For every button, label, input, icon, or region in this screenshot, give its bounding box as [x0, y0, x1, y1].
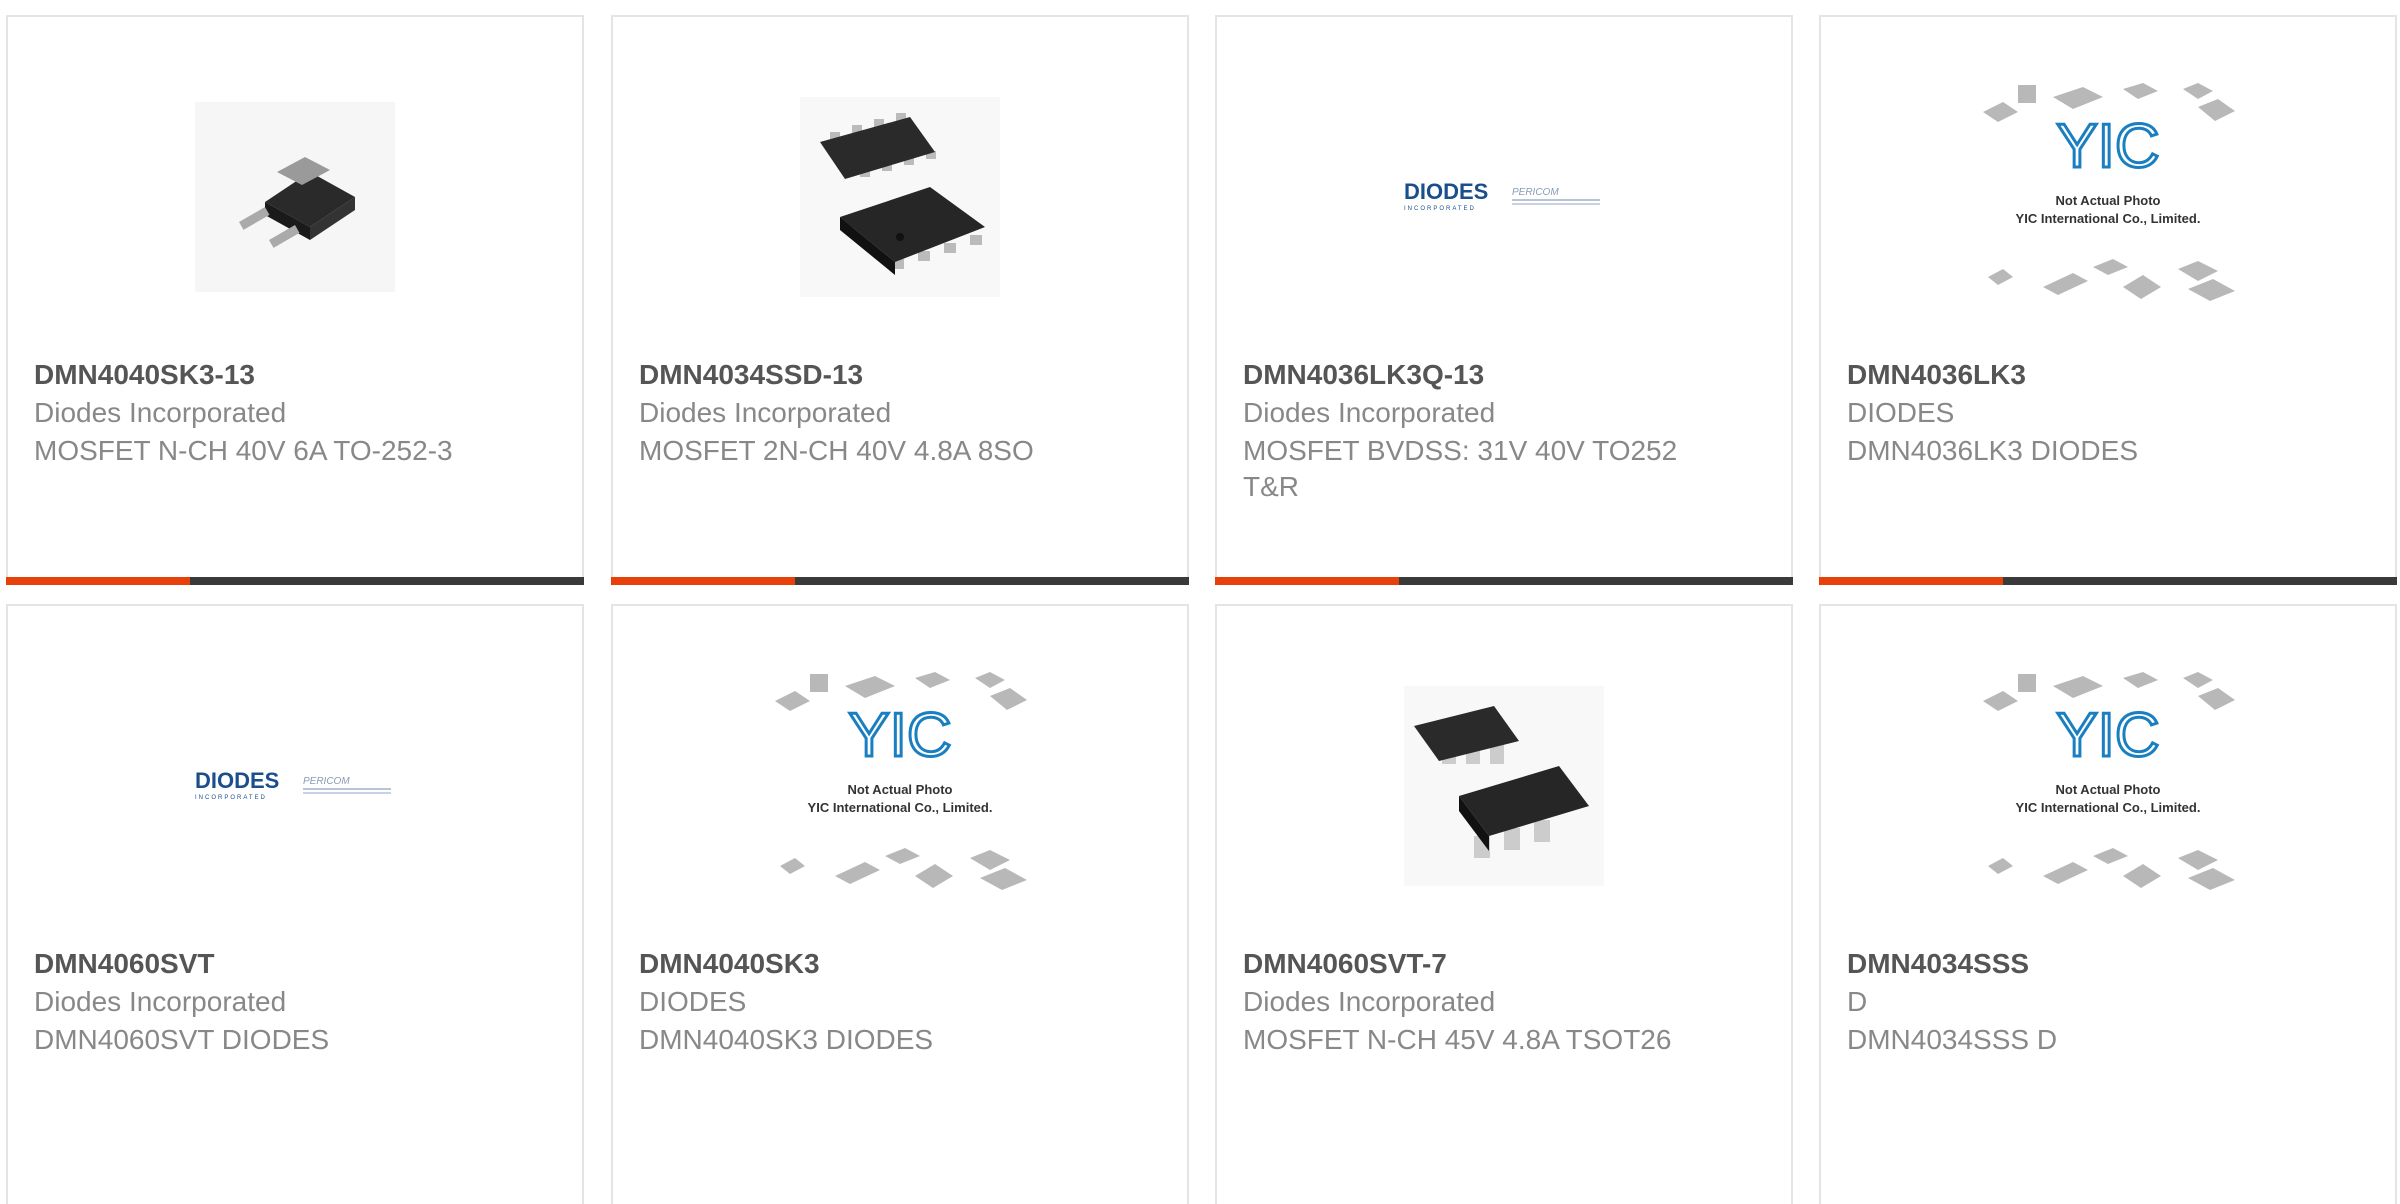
part-number[interactable]: DMN4034SSD-13: [639, 359, 863, 391]
part-number[interactable]: DMN4040SK3-13: [34, 359, 255, 391]
description: DMN4036LK3 DIODES: [1847, 435, 2139, 466]
product-card[interactable]: YIC Not Actual Photo YIC International C…: [1819, 604, 2397, 1204]
placeholder-line1: Not Actual Photo: [2056, 193, 2161, 208]
part-number[interactable]: DMN4034SSS: [1847, 948, 2029, 980]
placeholder-line2: YIC International Co., Limited.: [808, 800, 993, 815]
yic-logo: YIC: [2056, 701, 2159, 770]
product-card[interactable]: DMN4040SK3-13 Diodes Incorporated MOSFET…: [6, 15, 584, 585]
yic-logo: YIC: [848, 701, 951, 770]
product-card[interactable]: DMN4060SVT-7 Diodes Incorporated MOSFET …: [1215, 604, 1793, 1204]
manufacturer: D: [1847, 986, 1868, 1017]
description: MOSFET N-CH 45V 4.8A TSOT26: [1243, 1024, 1672, 1055]
placeholder-line1: Not Actual Photo: [848, 782, 953, 797]
product-card[interactable]: DMN4034SSD-13 Diodes Incorporated MOSFET…: [611, 15, 1189, 585]
product-image-diodes-logo[interactable]: DIODES INCORPORATED PERICOM: [1217, 87, 1791, 307]
product-card[interactable]: DIODES INCORPORATED PERICOM DMN4060SVT D…: [6, 604, 584, 1204]
product-image-tsot26[interactable]: [1217, 676, 1791, 896]
placeholder-line2: YIC International Co., Limited.: [2016, 800, 2201, 815]
product-image-yic-placeholder[interactable]: YIC Not Actual Photo YIC International C…: [1821, 672, 2395, 896]
card-bar: [611, 577, 1189, 585]
part-number[interactable]: DMN4060SVT: [34, 948, 215, 980]
description: MOSFET N-CH 40V 6A TO-252-3: [34, 435, 453, 466]
product-card[interactable]: DIODES INCORPORATED PERICOM DMN4036LK3Q-…: [1215, 15, 1793, 585]
card-bar-accent: [611, 577, 795, 585]
yic-logo: YIC: [2056, 112, 2159, 181]
description: MOSFET BVDSS: 31V 40V TO252 T&R: [1243, 435, 1678, 502]
product-image-yic-placeholder[interactable]: YIC Not Actual Photo YIC International C…: [1821, 83, 2395, 307]
manufacturer: Diodes Incorporated: [34, 986, 287, 1017]
card-bar: [6, 577, 584, 585]
diodes-sub-text: INCORPORATED: [1404, 206, 1476, 212]
product-image-so8[interactable]: [613, 87, 1187, 307]
product-card[interactable]: YIC Not Actual Photo YIC International C…: [1819, 15, 2397, 585]
description: DMN4060SVT DIODES: [34, 1024, 330, 1055]
placeholder-line1: Not Actual Photo: [2056, 782, 2161, 797]
part-number[interactable]: DMN4060SVT-7: [1243, 948, 1447, 980]
diodes-brand-text: DIODES: [195, 768, 279, 793]
manufacturer: Diodes Incorporated: [639, 397, 892, 428]
card-bar: [1819, 577, 2397, 585]
manufacturer: Diodes Incorporated: [34, 397, 287, 428]
product-image-diodes-logo[interactable]: DIODES INCORPORATED PERICOM: [8, 676, 582, 896]
product-card[interactable]: YIC Not Actual Photo YIC International C…: [611, 604, 1189, 1204]
part-number[interactable]: DMN4040SK3: [639, 948, 820, 980]
card-bar-accent: [6, 577, 190, 585]
placeholder-line2: YIC International Co., Limited.: [2016, 211, 2201, 226]
card-bar-accent: [1819, 577, 2003, 585]
product-image-dpak[interactable]: [8, 87, 582, 307]
diodes-sub-text: INCORPORATED: [195, 795, 267, 801]
product-image-yic-placeholder[interactable]: YIC Not Actual Photo YIC International C…: [613, 672, 1187, 896]
pericom-text: PERICOM: [1512, 187, 1559, 198]
description: MOSFET 2N-CH 40V 4.8A 8SO: [639, 435, 1034, 466]
part-number[interactable]: DMN4036LK3Q-13: [1243, 359, 1484, 391]
diodes-brand-text: DIODES: [1404, 179, 1488, 204]
card-bar-accent: [1215, 577, 1399, 585]
manufacturer: Diodes Incorporated: [1243, 986, 1496, 1017]
part-number[interactable]: DMN4036LK3: [1847, 359, 2026, 391]
manufacturer: DIODES: [639, 986, 747, 1017]
manufacturer: DIODES: [1847, 397, 1955, 428]
description: DMN4040SK3 DIODES: [639, 1024, 934, 1055]
pericom-text: PERICOM: [303, 776, 350, 787]
card-bar: [1215, 577, 1793, 585]
description: DMN4034SSS D: [1847, 1024, 2058, 1055]
manufacturer: Diodes Incorporated: [1243, 397, 1496, 428]
